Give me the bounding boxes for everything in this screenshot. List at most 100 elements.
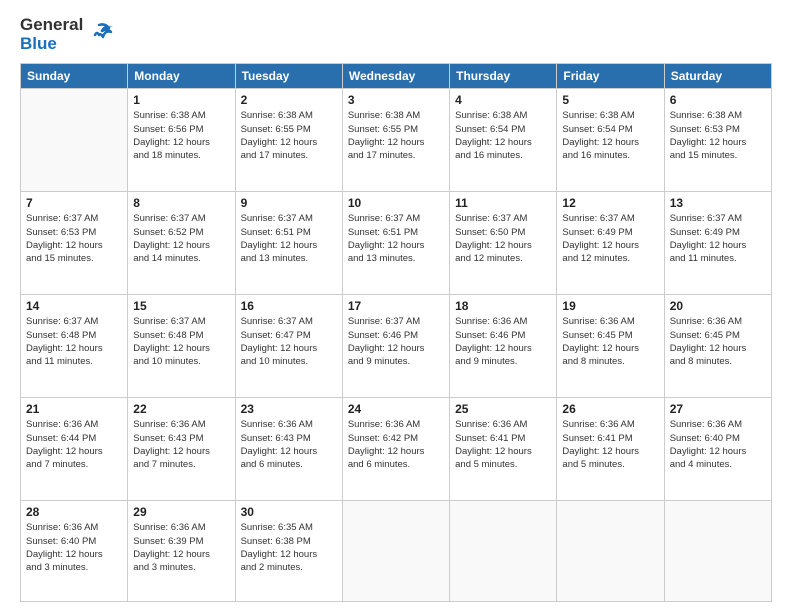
- day-info: Sunrise: 6:37 AM Sunset: 6:52 PM Dayligh…: [133, 212, 229, 265]
- day-info: Sunrise: 6:36 AM Sunset: 6:45 PM Dayligh…: [670, 315, 766, 368]
- calendar-cell: 10Sunrise: 6:37 AM Sunset: 6:51 PM Dayli…: [342, 192, 449, 295]
- col-header-sunday: Sunday: [21, 64, 128, 89]
- calendar-cell: 18 Sunrise: 6:36 AM Sunset: 6:46 PM Dayli…: [450, 295, 557, 398]
- header: General Blue: [20, 16, 772, 53]
- calendar-cell: 3 Sunrise: 6:38 AM Sunset: 6:55 PM Daylig…: [342, 89, 449, 192]
- day-number: 23: [241, 402, 337, 416]
- day-number: 8: [133, 196, 229, 210]
- calendar-cell: 11Sunrise: 6:37 AM Sunset: 6:50 PM Dayli…: [450, 192, 557, 295]
- day-number: 9: [241, 196, 337, 210]
- day-number: 27: [670, 402, 766, 416]
- day-number: 22: [133, 402, 229, 416]
- day-info: Sunrise: 6:38 AM Sunset: 6:55 PM Dayligh…: [348, 109, 444, 162]
- calendar-cell: 21Sunrise: 6:36 AM Sunset: 6:44 PM Dayli…: [21, 398, 128, 501]
- day-number: 20: [670, 299, 766, 313]
- day-info: Sunrise: 6:38 AM Sunset: 6:54 PM Dayligh…: [562, 109, 658, 162]
- day-number: 21: [26, 402, 122, 416]
- col-header-friday: Friday: [557, 64, 664, 89]
- calendar-cell: 8 Sunrise: 6:37 AM Sunset: 6:52 PM Daylig…: [128, 192, 235, 295]
- calendar-cell: 13 Sunrise: 6:37 AM Sunset: 6:49 PM Dayli…: [664, 192, 771, 295]
- calendar-cell: 17 Sunrise: 6:37 AM Sunset: 6:46 PM Dayli…: [342, 295, 449, 398]
- day-info: Sunrise: 6:35 AM Sunset: 6:38 PM Dayligh…: [241, 521, 337, 574]
- day-number: 26: [562, 402, 658, 416]
- calendar-cell: 25Sunrise: 6:36 AM Sunset: 6:41 PM Dayli…: [450, 398, 557, 501]
- calendar-cell: 2Sunrise: 6:38 AM Sunset: 6:55 PM Daylig…: [235, 89, 342, 192]
- day-number: 29: [133, 505, 229, 519]
- calendar-cell: 12Sunrise: 6:37 AM Sunset: 6:49 PM Dayli…: [557, 192, 664, 295]
- calendar-cell: 29Sunrise: 6:36 AM Sunset: 6:39 PM Dayli…: [128, 501, 235, 602]
- day-info: Sunrise: 6:36 AM Sunset: 6:42 PM Dayligh…: [348, 418, 444, 471]
- day-number: 25: [455, 402, 551, 416]
- bird-icon: [85, 21, 113, 49]
- calendar-cell: [342, 501, 449, 602]
- calendar-cell: [557, 501, 664, 602]
- day-info: Sunrise: 6:37 AM Sunset: 6:46 PM Dayligh…: [348, 315, 444, 368]
- week-row-4: 21Sunrise: 6:36 AM Sunset: 6:44 PM Dayli…: [21, 398, 772, 501]
- logo-blue: Blue: [20, 35, 83, 54]
- calendar-cell: 30Sunrise: 6:35 AM Sunset: 6:38 PM Dayli…: [235, 501, 342, 602]
- page: General Blue SundayMondayTuesdayWednesda…: [0, 0, 792, 612]
- col-header-thursday: Thursday: [450, 64, 557, 89]
- day-number: 11: [455, 196, 551, 210]
- day-info: Sunrise: 6:37 AM Sunset: 6:48 PM Dayligh…: [26, 315, 122, 368]
- day-info: Sunrise: 6:36 AM Sunset: 6:40 PM Dayligh…: [26, 521, 122, 574]
- day-info: Sunrise: 6:37 AM Sunset: 6:48 PM Dayligh…: [133, 315, 229, 368]
- calendar-cell: 24Sunrise: 6:36 AM Sunset: 6:42 PM Dayli…: [342, 398, 449, 501]
- calendar-header: SundayMondayTuesdayWednesdayThursdayFrid…: [21, 64, 772, 89]
- calendar-cell: 9 Sunrise: 6:37 AM Sunset: 6:51 PM Daylig…: [235, 192, 342, 295]
- calendar-cell: 23 Sunrise: 6:36 AM Sunset: 6:43 PM Dayli…: [235, 398, 342, 501]
- day-number: 7: [26, 196, 122, 210]
- day-number: 1: [133, 93, 229, 107]
- day-number: 18: [455, 299, 551, 313]
- calendar-cell: 26 Sunrise: 6:36 AM Sunset: 6:41 PM Dayli…: [557, 398, 664, 501]
- calendar-cell: [450, 501, 557, 602]
- calendar-cell: 6Sunrise: 6:38 AM Sunset: 6:53 PM Daylig…: [664, 89, 771, 192]
- calendar-cell: 20 Sunrise: 6:36 AM Sunset: 6:45 PM Dayli…: [664, 295, 771, 398]
- calendar-cell: 22 Sunrise: 6:36 AM Sunset: 6:43 PM Dayli…: [128, 398, 235, 501]
- logo: General Blue: [20, 16, 113, 53]
- day-number: 13: [670, 196, 766, 210]
- day-number: 10: [348, 196, 444, 210]
- day-info: Sunrise: 6:37 AM Sunset: 6:51 PM Dayligh…: [241, 212, 337, 265]
- calendar-cell: 14 Sunrise: 6:37 AM Sunset: 6:48 PM Dayli…: [21, 295, 128, 398]
- day-info: Sunrise: 6:36 AM Sunset: 6:46 PM Dayligh…: [455, 315, 551, 368]
- week-row-1: 1 Sunrise: 6:38 AM Sunset: 6:56 PM Daylig…: [21, 89, 772, 192]
- day-info: Sunrise: 6:38 AM Sunset: 6:55 PM Dayligh…: [241, 109, 337, 162]
- day-info: Sunrise: 6:38 AM Sunset: 6:56 PM Dayligh…: [133, 109, 229, 162]
- day-info: Sunrise: 6:37 AM Sunset: 6:49 PM Dayligh…: [670, 212, 766, 265]
- day-number: 28: [26, 505, 122, 519]
- week-row-3: 14 Sunrise: 6:37 AM Sunset: 6:48 PM Dayli…: [21, 295, 772, 398]
- calendar-cell: 19Sunrise: 6:36 AM Sunset: 6:45 PM Dayli…: [557, 295, 664, 398]
- day-info: Sunrise: 6:36 AM Sunset: 6:43 PM Dayligh…: [133, 418, 229, 471]
- day-info: Sunrise: 6:36 AM Sunset: 6:43 PM Dayligh…: [241, 418, 337, 471]
- calendar-cell: 28 Sunrise: 6:36 AM Sunset: 6:40 PM Dayli…: [21, 501, 128, 602]
- calendar-body: 1 Sunrise: 6:38 AM Sunset: 6:56 PM Daylig…: [21, 89, 772, 602]
- calendar-cell: 5 Sunrise: 6:38 AM Sunset: 6:54 PM Daylig…: [557, 89, 664, 192]
- day-number: 5: [562, 93, 658, 107]
- calendar-cell: [21, 89, 128, 192]
- day-number: 19: [562, 299, 658, 313]
- day-info: Sunrise: 6:36 AM Sunset: 6:40 PM Dayligh…: [670, 418, 766, 471]
- week-row-5: 28 Sunrise: 6:36 AM Sunset: 6:40 PM Dayli…: [21, 501, 772, 602]
- calendar-cell: 27 Sunrise: 6:36 AM Sunset: 6:40 PM Dayli…: [664, 398, 771, 501]
- day-number: 14: [26, 299, 122, 313]
- day-number: 16: [241, 299, 337, 313]
- logo-general: General: [20, 16, 83, 35]
- calendar-cell: 15 Sunrise: 6:37 AM Sunset: 6:48 PM Dayli…: [128, 295, 235, 398]
- day-info: Sunrise: 6:38 AM Sunset: 6:53 PM Dayligh…: [670, 109, 766, 162]
- day-info: Sunrise: 6:36 AM Sunset: 6:41 PM Dayligh…: [562, 418, 658, 471]
- logo-text-block: General Blue: [20, 16, 83, 53]
- calendar-cell: 16 Sunrise: 6:37 AM Sunset: 6:47 PM Dayli…: [235, 295, 342, 398]
- logo-container: General Blue: [20, 16, 113, 53]
- col-header-saturday: Saturday: [664, 64, 771, 89]
- col-header-wednesday: Wednesday: [342, 64, 449, 89]
- calendar-cell: [664, 501, 771, 602]
- day-info: Sunrise: 6:38 AM Sunset: 6:54 PM Dayligh…: [455, 109, 551, 162]
- day-number: 12: [562, 196, 658, 210]
- day-number: 17: [348, 299, 444, 313]
- day-info: Sunrise: 6:37 AM Sunset: 6:47 PM Dayligh…: [241, 315, 337, 368]
- day-number: 15: [133, 299, 229, 313]
- header-row: SundayMondayTuesdayWednesdayThursdayFrid…: [21, 64, 772, 89]
- calendar-cell: 1 Sunrise: 6:38 AM Sunset: 6:56 PM Daylig…: [128, 89, 235, 192]
- day-number: 3: [348, 93, 444, 107]
